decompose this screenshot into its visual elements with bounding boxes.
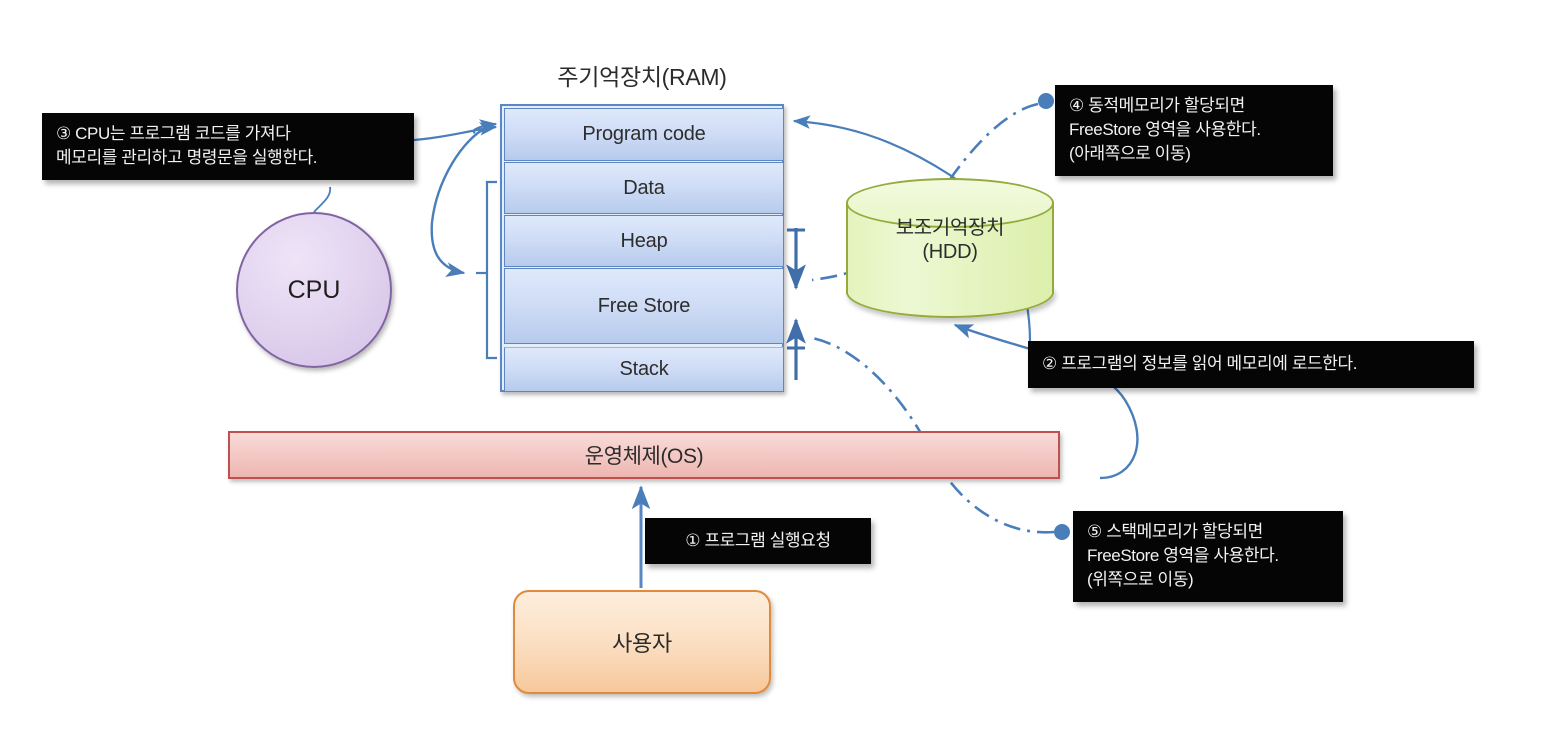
- wire-curve-to-brace: [430, 221, 466, 277]
- callout4-anchor-dot: [1038, 93, 1054, 109]
- callout-step5: ⑤ 스택메모리가 할당되면 FreeStore 영역을 사용한다. (위쪽으로 …: [1073, 511, 1343, 603]
- user-label: 사용자: [612, 631, 672, 656]
- wire-callout3-to-program-code: [413, 122, 498, 142]
- callout-step3: ③ CPU는 프로그램 코드를 가져다 메모리를 관리하고 명령문을 실행한다.: [42, 113, 414, 181]
- os-label: 운영체제(OS): [584, 445, 704, 468]
- memory-segment-stack[interactable]: Stack: [504, 347, 784, 392]
- memory-segment-data[interactable]: Data: [504, 162, 784, 214]
- memory-segment-program-code[interactable]: Program code: [504, 108, 784, 161]
- wire-cpu-to-program-code: [430, 125, 488, 223]
- ram-title: 주기억장치(RAM): [557, 64, 727, 90]
- memory-segment-free-store[interactable]: Free Store: [504, 268, 784, 344]
- memory-segment-heap[interactable]: Heap: [504, 215, 784, 267]
- wire-program-code-arrowhead: [472, 119, 498, 134]
- ram-container: Program code Data Heap Free Store Stack: [500, 104, 784, 392]
- callout-step2: ② 프로그램의 정보를 읽어 메모리에 로드한다.: [1028, 341, 1474, 389]
- wire-callout3-to-cpu: [313, 186, 332, 213]
- memory-brace: [485, 180, 497, 360]
- hdd-node[interactable]: 보조기억장치 (HDD): [846, 178, 1054, 318]
- hdd-label-line1: 보조기억장치: [895, 217, 1005, 239]
- hdd-label: 보조기억장치 (HDD): [846, 216, 1054, 265]
- user-node[interactable]: 사용자: [513, 590, 771, 694]
- memory-segment-label: Heap: [620, 229, 668, 252]
- os-bar[interactable]: 운영체제(OS): [228, 431, 1060, 479]
- callout-step4: ④ 동적메모리가 할당되면 FreeStore 영역을 사용한다. (아래쪽으로…: [1055, 85, 1333, 177]
- memory-segment-label: Program code: [582, 123, 706, 145]
- callout-step1: ① 프로그램 실행요청: [645, 518, 871, 565]
- memory-segment-label: Data: [623, 176, 665, 199]
- callout5-anchor-dot: [1054, 524, 1070, 540]
- hdd-label-line2: (HDD): [922, 241, 978, 264]
- memory-segment-label: Free Store: [597, 294, 691, 317]
- cpu-node[interactable]: CPU: [236, 212, 392, 368]
- memory-segment-label: Stack: [619, 358, 669, 380]
- cpu-label: CPU: [287, 275, 341, 304]
- diagram-canvas: 주기억장치(RAM) Program code Data Heap Free S…: [0, 0, 1542, 738]
